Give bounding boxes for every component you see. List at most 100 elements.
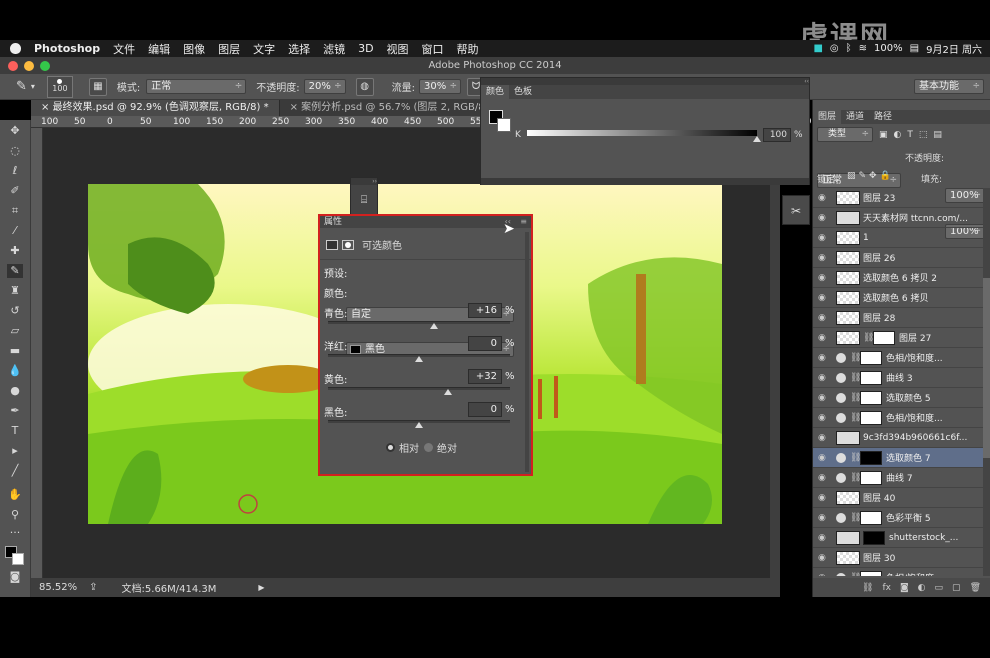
visibility-eye-icon[interactable]: ◉ — [818, 573, 828, 577]
color-background-swatch[interactable] — [497, 118, 511, 132]
brush-tool-icon[interactable]: ✎ — [16, 79, 27, 94]
tab-color[interactable]: 颜色 — [481, 85, 510, 99]
menu-3d[interactable]: 3D — [358, 42, 373, 55]
filter-pixel-icon[interactable]: ▣ — [879, 130, 888, 140]
mode-select[interactable]: 正常 — [146, 79, 247, 94]
yellow-value-input[interactable]: +32 — [468, 369, 502, 384]
layer-mask-thumbnail[interactable] — [860, 350, 882, 365]
mask-link-icon[interactable]: ⛓ — [850, 393, 861, 403]
panel-collapse-icon[interactable]: ‹‹ — [481, 78, 809, 85]
visibility-eye-icon[interactable]: ◉ — [818, 193, 828, 203]
layer-row[interactable]: ◉ 图层 26 — [813, 248, 983, 268]
tab-swatches[interactable]: 色板 — [509, 85, 537, 99]
blur-tool-icon[interactable]: 💧 — [7, 364, 23, 378]
visibility-eye-icon[interactable]: ◉ — [818, 373, 828, 383]
flow-input[interactable]: 30% — [419, 79, 462, 94]
mask-link-icon[interactable]: ⛓ — [850, 453, 861, 463]
stamp-tool-icon[interactable]: ♜ — [7, 284, 23, 298]
visibility-eye-icon[interactable]: ◉ — [818, 493, 828, 503]
layer-row[interactable]: ◉ 9c3fd394b960661c6f... — [813, 428, 983, 448]
share-icon[interactable]: ⇪ — [89, 582, 97, 593]
layer-thumbnail[interactable] — [836, 230, 860, 245]
layer-thumbnail[interactable] — [836, 490, 860, 505]
k-slider-track[interactable] — [527, 130, 757, 136]
layer-row[interactable]: ◉ 图层 40 — [813, 488, 983, 508]
layer-mask-thumbnail[interactable] — [860, 370, 882, 385]
layer-thumbnail[interactable] — [836, 310, 860, 325]
layer-mask-thumbnail[interactable] — [860, 390, 882, 405]
visibility-eye-icon[interactable]: ◉ — [818, 513, 828, 523]
lasso-tool-icon[interactable]: ℓ — [7, 164, 23, 178]
menu-file[interactable]: 文件 — [113, 41, 135, 57]
layer-row[interactable]: ◉ 天天素材网 ttcnn.com/... — [813, 208, 983, 228]
properties-scrollbar[interactable] — [525, 232, 529, 472]
pressure-opacity-icon[interactable]: ◍ — [355, 77, 374, 96]
layer-row[interactable]: ◉ 图层 23 — [813, 188, 983, 208]
visibility-eye-icon[interactable]: ◉ — [818, 213, 828, 223]
mask-link-icon[interactable]: ⛓ — [850, 573, 861, 577]
filter-shape-icon[interactable]: ⬚ — [919, 130, 928, 140]
tab-case-analysis[interactable]: × 案例分析.psd @ 56.7% (图层 2, RGB/8) * — [280, 100, 508, 116]
mask-link-icon[interactable]: ⛓ — [850, 353, 861, 363]
filter-smart-icon[interactable]: ▤ — [933, 130, 942, 140]
cyan-slider-thumb[interactable] — [429, 323, 438, 329]
tools-adjust-icon[interactable]: ✂ — [783, 204, 809, 218]
visibility-eye-icon[interactable]: ◉ — [818, 273, 828, 283]
menu-image[interactable]: 图像 — [183, 41, 205, 57]
filter-type-icon[interactable]: T — [907, 130, 913, 140]
menu-select[interactable]: 选择 — [288, 41, 310, 57]
marquee-tool-icon[interactable]: ◌ — [7, 144, 23, 158]
mask-link-icon[interactable]: ⛓ — [850, 473, 861, 483]
visibility-eye-icon[interactable]: ◉ — [818, 413, 828, 423]
layer-mask-thumbnail[interactable] — [860, 470, 882, 485]
filter-adjust-icon[interactable]: ◐ — [894, 130, 902, 140]
layer-row[interactable]: ◉ ⛓ 色相/饱和度... — [813, 568, 983, 576]
layer-mask-thumbnail[interactable] — [860, 450, 882, 465]
menu-edit[interactable]: 编辑 — [148, 41, 170, 57]
layer-row[interactable]: ◉ ⛓ 曲线 7 — [813, 468, 983, 488]
visibility-eye-icon[interactable]: ◉ — [818, 533, 828, 543]
lock-icons[interactable]: ▨✎✥🔒 — [847, 171, 894, 181]
menu-filter[interactable]: 滤镜 — [323, 41, 345, 57]
creative-cloud-icon[interactable]: ◎ — [830, 43, 839, 54]
layer-row[interactable]: ◉ ⛓ 选取颜色 7 — [813, 448, 983, 468]
tool-preset-dropdown-icon[interactable]: ▾ — [31, 82, 35, 91]
more-tools-icon[interactable]: ··· — [7, 526, 23, 540]
yellow-slider-thumb[interactable] — [444, 389, 453, 395]
close-window-button[interactable] — [8, 61, 18, 71]
layer-thumbnail[interactable] — [836, 290, 860, 305]
layer-mask-thumbnail[interactable] — [863, 530, 885, 545]
hand-tool-icon[interactable]: ✋ — [7, 488, 23, 502]
menu-view[interactable]: 视图 — [387, 41, 409, 57]
wifi-icon[interactable]: ≋ — [859, 43, 867, 54]
vertical-ruler[interactable] — [31, 128, 43, 578]
visibility-eye-icon[interactable]: ◉ — [818, 293, 828, 303]
camera-icon[interactable]: ■ — [813, 43, 822, 54]
layer-mask-thumbnail[interactable] — [873, 330, 895, 345]
layer-row[interactable]: ◉ shutterstock_... — [813, 528, 983, 548]
gradient-tool-icon[interactable]: ▬ — [7, 344, 23, 358]
add-mask-icon[interactable]: ◙ — [900, 583, 909, 593]
history-brush-icon[interactable]: ↺ — [7, 304, 23, 318]
menu-window[interactable]: 窗口 — [422, 41, 444, 57]
cyan-value-input[interactable]: +16 — [468, 303, 502, 318]
eyedropper-tool-icon[interactable]: ⁄ — [7, 224, 23, 238]
status-menu-arrow-icon[interactable]: ▶ — [258, 583, 264, 592]
mask-link-icon[interactable]: ⛓ — [850, 413, 861, 423]
type-tool-icon[interactable]: T — [7, 424, 23, 438]
mask-link-icon[interactable]: ⛓ — [850, 373, 861, 383]
new-adjustment-icon[interactable]: ◐ — [918, 583, 926, 593]
layer-row[interactable]: ◉ ⛓ 色相/饱和度... — [813, 348, 983, 368]
menu-layer[interactable]: 图层 — [218, 41, 240, 57]
k-slider-thumb[interactable] — [753, 136, 761, 142]
brush-panel-toggle-icon[interactable]: ▦ — [88, 77, 107, 96]
layer-thumbnail[interactable] — [836, 250, 860, 265]
layers-scrollbar[interactable] — [983, 188, 990, 576]
layer-mask-thumbnail[interactable] — [860, 510, 882, 525]
pen-tool-icon[interactable]: ✒ — [7, 404, 23, 418]
layer-row[interactable]: ◉ ⛓ 图层 27 — [813, 328, 983, 348]
visibility-eye-icon[interactable]: ◉ — [818, 473, 828, 483]
layer-row[interactable]: ◉ ⛓ 色彩平衡 5 — [813, 508, 983, 528]
tab-channels[interactable]: 通道 — [841, 110, 869, 124]
visibility-eye-icon[interactable]: ◉ — [818, 253, 828, 263]
